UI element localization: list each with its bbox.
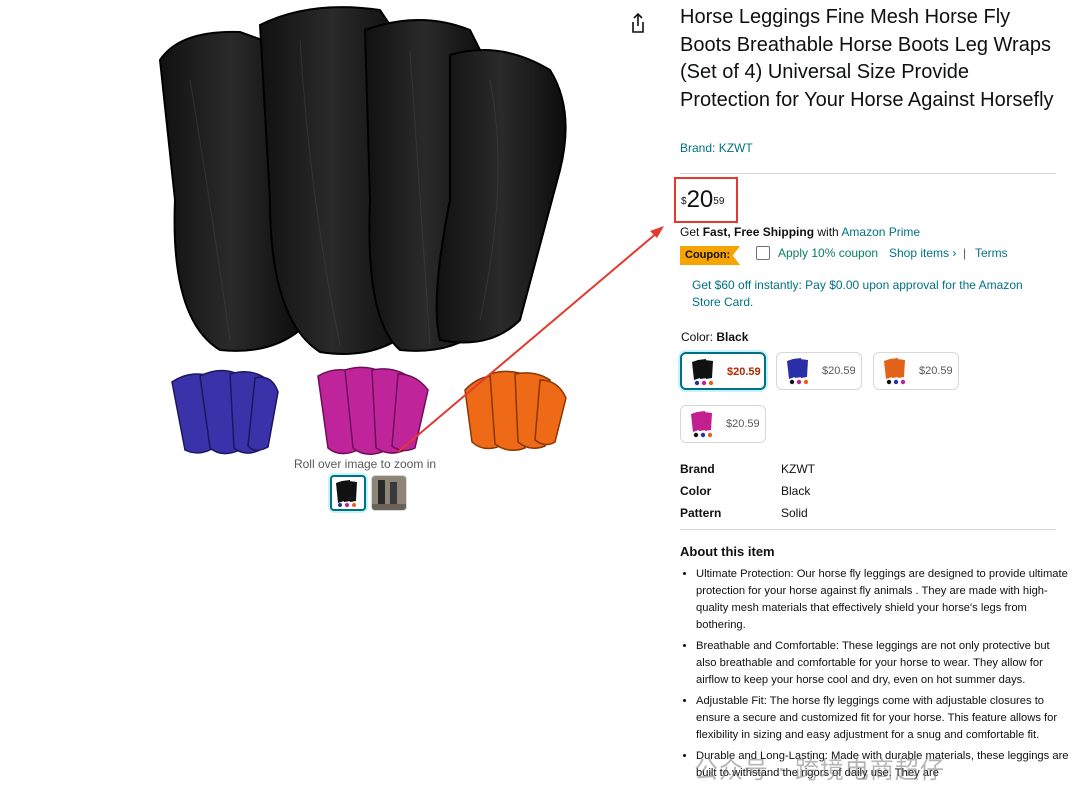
swatch-black[interactable]: $20.59: [680, 352, 766, 390]
amazon-prime-link[interactable]: Amazon Prime: [841, 225, 920, 239]
color-label-text: Color:: [681, 330, 717, 344]
shipping-bold: Fast, Free Shipping: [702, 225, 815, 239]
divider: [680, 529, 1056, 530]
spec-value: KZWT: [781, 462, 815, 476]
shipping-prefix: Get: [680, 225, 703, 239]
spec-key: Color: [680, 484, 712, 498]
swatch-black-image: [692, 359, 714, 386]
swatch-pink-image: [691, 411, 713, 438]
watermark: 公众号 · 跨境电商超仔: [694, 756, 945, 784]
swatch-blue-image: [787, 358, 809, 385]
swatch-orange-image: [884, 358, 906, 385]
product-title: Horse Leggings Fine Mesh Horse Fly Boots…: [680, 6, 1054, 111]
zoom-hint: Roll over image to zoom in: [293, 457, 437, 471]
shipping-info: Get Fast, Free Shipping with Amazon Prim…: [680, 225, 920, 239]
thumbnail-1[interactable]: [330, 475, 366, 511]
color-variants-image: [171, 366, 567, 455]
spec-value: Black: [781, 484, 811, 498]
divider: [680, 173, 1056, 174]
price-whole: 20: [686, 186, 714, 213]
brand-link[interactable]: Brand: KZWT: [680, 141, 753, 155]
thumbnail-lifestyle-image: [372, 476, 406, 510]
price: $2059: [681, 186, 724, 214]
swatch-price: $20.59: [727, 366, 761, 378]
swatch-price: $20.59: [919, 365, 953, 377]
thumbnail-black-image: [336, 480, 357, 507]
coupon-checkbox[interactable]: [756, 246, 770, 260]
share-icon[interactable]: [624, 10, 652, 38]
swatch-price: $20.59: [822, 365, 856, 377]
swatch-pink[interactable]: $20.59: [680, 405, 766, 443]
about-heading: About this item: [680, 544, 775, 559]
spec-value: Solid: [781, 506, 808, 520]
price-fraction: 59: [713, 196, 725, 207]
bullet-item: Breathable and Comfortable: These leggin…: [696, 638, 1072, 689]
bullet-item: Ultimate Protection: Our horse fly leggi…: [696, 566, 1072, 634]
spec-key: Pattern: [680, 506, 722, 520]
price-currency: $: [681, 196, 687, 207]
spec-key: Brand: [680, 462, 715, 476]
store-card-offer[interactable]: Get $60 off instantly: Pay $0.00 upon ap…: [692, 277, 1042, 311]
terms-link[interactable]: Terms: [975, 246, 1008, 260]
color-label: Color: Black: [681, 330, 748, 344]
main-product-image[interactable]: [150, 0, 580, 360]
swatch-orange[interactable]: $20.59: [873, 352, 959, 390]
color-selected-value: Black: [716, 330, 749, 344]
thumbnail-2[interactable]: [371, 475, 407, 511]
swatch-price: $20.59: [726, 418, 760, 430]
coupon-badge: Coupon:: [680, 246, 740, 265]
coupon-text[interactable]: Apply 10% coupon: [778, 246, 878, 260]
shipping-mid: with: [814, 225, 842, 239]
shop-items-link[interactable]: Shop items ›: [889, 246, 956, 260]
swatch-blue[interactable]: $20.59: [776, 352, 862, 390]
bullet-item: Adjustable Fit: The horse fly leggings c…: [696, 693, 1072, 744]
separator: |: [963, 246, 967, 260]
